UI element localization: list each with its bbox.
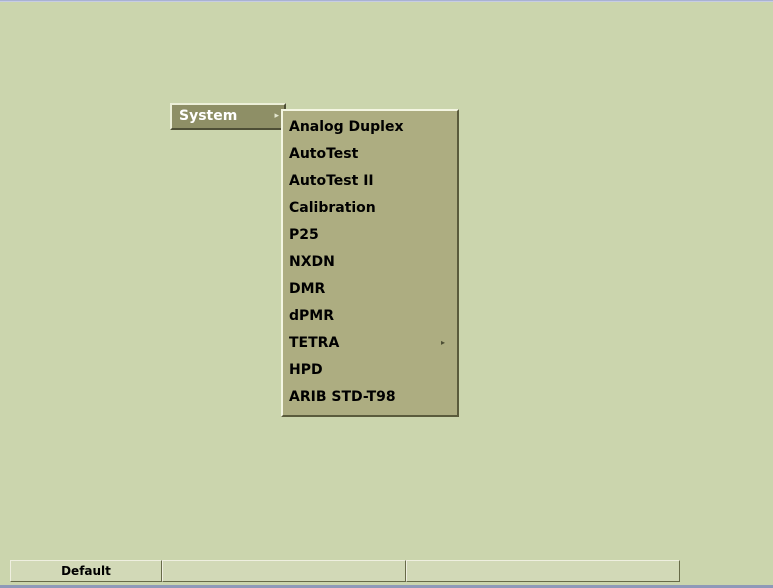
menu-item-autotest-ii[interactable]: AutoTest II [289, 169, 451, 193]
status-cell-3 [406, 560, 680, 582]
window-top-edge [0, 0, 773, 2]
menu-item-calibration[interactable]: Calibration [289, 196, 451, 220]
menu-item-label: Analog Duplex [289, 119, 404, 135]
menu-item-dpmr[interactable]: dPMR [289, 304, 451, 328]
menu-item-p25[interactable]: P25 [289, 223, 451, 247]
menu-item-label: Calibration [289, 200, 376, 216]
menu-item-tetra[interactable]: TETRA ▸ [289, 331, 451, 355]
menu-item-label: NXDN [289, 254, 335, 270]
menu-item-label: ARIB STD-T98 [289, 389, 396, 405]
menu-item-arib-std-t98[interactable]: ARIB STD-T98 [289, 385, 451, 409]
system-menu-label: System [179, 108, 238, 124]
menu-item-label: dPMR [289, 308, 334, 324]
menu-item-nxdn[interactable]: NXDN [289, 250, 451, 274]
submenu-arrow-icon: ▸ [440, 338, 445, 347]
menu-item-label: TETRA [289, 335, 340, 351]
submenu-arrow-icon: ▸ [274, 111, 279, 121]
status-cell-profile: Default [10, 560, 162, 582]
status-cell-2 [162, 560, 406, 582]
menu-item-analog-duplex[interactable]: Analog Duplex [289, 115, 451, 139]
system-dropdown-menu: Analog Duplex AutoTest AutoTest II Calib… [281, 109, 459, 417]
menu-item-label: DMR [289, 281, 326, 297]
menu-item-dmr[interactable]: DMR [289, 277, 451, 301]
menu-item-label: AutoTest II [289, 173, 374, 189]
menu-item-autotest[interactable]: AutoTest [289, 142, 451, 166]
menu-item-label: P25 [289, 227, 319, 243]
menu-item-label: HPD [289, 362, 323, 378]
menu-item-hpd[interactable]: HPD [289, 358, 451, 382]
status-bar: Default [10, 560, 680, 582]
menu-item-label: AutoTest [289, 146, 359, 162]
system-menu-button[interactable]: System ▸ [170, 103, 286, 130]
